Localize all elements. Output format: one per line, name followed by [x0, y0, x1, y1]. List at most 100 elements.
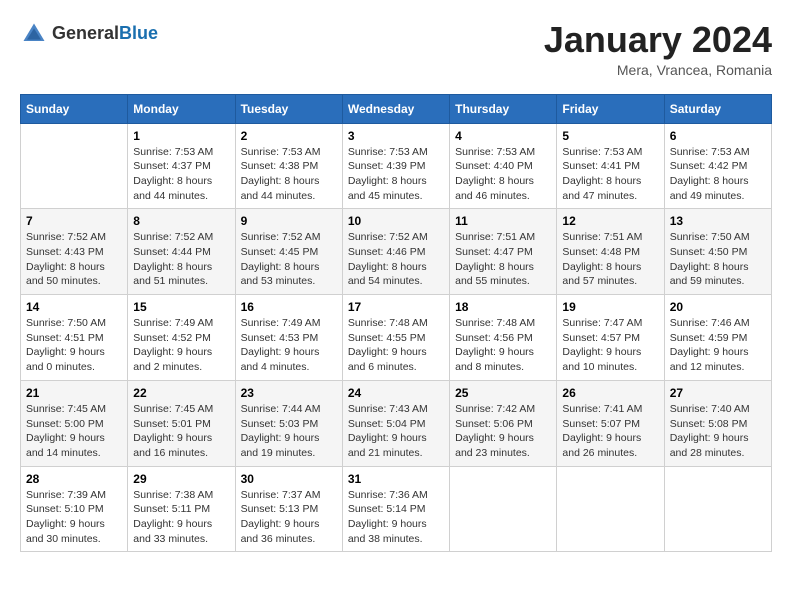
day-info: Sunrise: 7:49 AMSunset: 4:53 PMDaylight:… — [241, 316, 337, 375]
calendar-table: SundayMondayTuesdayWednesdayThursdayFrid… — [20, 94, 772, 553]
calendar-cell: 19Sunrise: 7:47 AMSunset: 4:57 PMDayligh… — [557, 295, 664, 381]
day-info: Sunrise: 7:50 AMSunset: 4:50 PMDaylight:… — [670, 230, 766, 289]
day-info: Sunrise: 7:53 AMSunset: 4:39 PMDaylight:… — [348, 145, 444, 204]
calendar-cell: 10 Sunrise: 7:52 AMSunset: 4:46 PMDayligh… — [342, 209, 449, 295]
day-info: Sunrise: 7:53 AMSunset: 4:40 PMDaylight:… — [455, 145, 551, 204]
day-info: Sunrise: 7:40 AMSunset: 5:08 PMDaylight:… — [670, 402, 766, 461]
weekday-header-tuesday: Tuesday — [235, 94, 342, 123]
day-number: 13 — [670, 214, 766, 228]
day-number: 29 — [133, 472, 229, 486]
calendar-cell: 15 Sunrise: 7:49 AMSunset: 4:52 PMDayligh… — [128, 295, 235, 381]
calendar-cell: 12 Sunrise: 7:51 AMSunset: 4:48 PMDayligh… — [557, 209, 664, 295]
day-info: Sunrise: 7:52 AMSunset: 4:44 PMDaylight:… — [133, 230, 229, 289]
weekday-header-monday: Monday — [128, 94, 235, 123]
calendar-cell: 22 Sunrise: 7:45 AMSunset: 5:01 PMDayligh… — [128, 380, 235, 466]
calendar-cell: 9Sunrise: 7:52 AMSunset: 4:45 PMDaylight… — [235, 209, 342, 295]
logo-general: General — [52, 24, 119, 44]
calendar-week-5: 28 Sunrise: 7:39 AMSunset: 5:10 PMDayligh… — [21, 466, 772, 552]
day-info: Sunrise: 7:44 AMSunset: 5:03 PMDaylight:… — [241, 402, 337, 461]
day-number: 9 — [241, 214, 337, 228]
calendar-body: 1 Sunrise: 7:53 AMSunset: 4:37 PMDaylight… — [21, 123, 772, 552]
calendar-cell: 8 Sunrise: 7:52 AMSunset: 4:44 PMDaylight… — [128, 209, 235, 295]
day-number: 27 — [670, 386, 766, 400]
day-info: Sunrise: 7:45 AMSunset: 5:01 PMDaylight:… — [133, 402, 229, 461]
location: Mera, Vrancea, Romania — [544, 62, 772, 78]
day-number: 30 — [241, 472, 337, 486]
calendar-cell: 30 Sunrise: 7:37 AMSunset: 5:13 PMDayligh… — [235, 466, 342, 552]
day-number: 24 — [348, 386, 444, 400]
calendar-cell — [664, 466, 771, 552]
calendar-cell: 29 Sunrise: 7:38 AMSunset: 5:11 PMDayligh… — [128, 466, 235, 552]
calendar-cell — [450, 466, 557, 552]
calendar-cell: 5 Sunrise: 7:53 AMSunset: 4:41 PMDaylight… — [557, 123, 664, 209]
day-info: Sunrise: 7:43 AMSunset: 5:04 PMDaylight:… — [348, 402, 444, 461]
day-info: Sunrise: 7:53 AMSunset: 4:41 PMDaylight:… — [562, 145, 658, 204]
calendar-week-4: 21 Sunrise: 7:45 AMSunset: 5:00 PMDayligh… — [21, 380, 772, 466]
calendar-cell: 20Sunrise: 7:46 AMSunset: 4:59 PMDayligh… — [664, 295, 771, 381]
day-info: Sunrise: 7:45 AMSunset: 5:00 PMDaylight:… — [26, 402, 122, 461]
calendar-cell: 6 Sunrise: 7:53 AMSunset: 4:42 PMDaylight… — [664, 123, 771, 209]
day-number: 5 — [562, 129, 658, 143]
day-info: Sunrise: 7:51 AMSunset: 4:48 PMDaylight:… — [562, 230, 658, 289]
calendar-cell: 7 Sunrise: 7:52 AMSunset: 4:43 PMDaylight… — [21, 209, 128, 295]
day-number: 2 — [241, 129, 337, 143]
day-info: Sunrise: 7:41 AMSunset: 5:07 PMDaylight:… — [562, 402, 658, 461]
calendar-cell: 16Sunrise: 7:49 AMSunset: 4:53 PMDayligh… — [235, 295, 342, 381]
title-block: January 2024 Mera, Vrancea, Romania — [544, 20, 772, 78]
day-number: 17 — [348, 300, 444, 314]
calendar-cell: 2 Sunrise: 7:53 AMSunset: 4:38 PMDaylight… — [235, 123, 342, 209]
day-number: 1 — [133, 129, 229, 143]
calendar-cell: 18 Sunrise: 7:48 AMSunset: 4:56 PMDayligh… — [450, 295, 557, 381]
day-number: 15 — [133, 300, 229, 314]
day-info: Sunrise: 7:37 AMSunset: 5:13 PMDaylight:… — [241, 488, 337, 547]
day-number: 6 — [670, 129, 766, 143]
day-number: 21 — [26, 386, 122, 400]
day-number: 23 — [241, 386, 337, 400]
day-number: 26 — [562, 386, 658, 400]
day-number: 18 — [455, 300, 551, 314]
calendar-cell: 27 Sunrise: 7:40 AMSunset: 5:08 PMDayligh… — [664, 380, 771, 466]
weekday-header-sunday: Sunday — [21, 94, 128, 123]
calendar-cell: 14Sunrise: 7:50 AMSunset: 4:51 PMDayligh… — [21, 295, 128, 381]
logo-text: GeneralBlue — [52, 24, 158, 44]
day-info: Sunrise: 7:53 AMSunset: 4:42 PMDaylight:… — [670, 145, 766, 204]
day-info: Sunrise: 7:48 AMSunset: 4:56 PMDaylight:… — [455, 316, 551, 375]
calendar-week-2: 7 Sunrise: 7:52 AMSunset: 4:43 PMDaylight… — [21, 209, 772, 295]
day-info: Sunrise: 7:49 AMSunset: 4:52 PMDaylight:… — [133, 316, 229, 375]
day-info: Sunrise: 7:53 AMSunset: 4:38 PMDaylight:… — [241, 145, 337, 204]
calendar-cell: 21 Sunrise: 7:45 AMSunset: 5:00 PMDayligh… — [21, 380, 128, 466]
day-info: Sunrise: 7:36 AMSunset: 5:14 PMDaylight:… — [348, 488, 444, 547]
weekday-header-thursday: Thursday — [450, 94, 557, 123]
day-number: 8 — [133, 214, 229, 228]
calendar-cell: 23 Sunrise: 7:44 AMSunset: 5:03 PMDayligh… — [235, 380, 342, 466]
day-number: 7 — [26, 214, 122, 228]
day-number: 28 — [26, 472, 122, 486]
weekday-header-friday: Friday — [557, 94, 664, 123]
day-info: Sunrise: 7:53 AMSunset: 4:37 PMDaylight:… — [133, 145, 229, 204]
calendar-cell: 31Sunrise: 7:36 AMSunset: 5:14 PMDayligh… — [342, 466, 449, 552]
calendar-week-3: 14Sunrise: 7:50 AMSunset: 4:51 PMDayligh… — [21, 295, 772, 381]
day-info: Sunrise: 7:42 AMSunset: 5:06 PMDaylight:… — [455, 402, 551, 461]
day-number: 11 — [455, 214, 551, 228]
day-number: 22 — [133, 386, 229, 400]
day-info: Sunrise: 7:38 AMSunset: 5:11 PMDaylight:… — [133, 488, 229, 547]
day-number: 10 — [348, 214, 444, 228]
calendar-cell: 11 Sunrise: 7:51 AMSunset: 4:47 PMDayligh… — [450, 209, 557, 295]
day-number: 20 — [670, 300, 766, 314]
calendar-header: SundayMondayTuesdayWednesdayThursdayFrid… — [21, 94, 772, 123]
month-title: January 2024 — [544, 20, 772, 60]
day-info: Sunrise: 7:52 AMSunset: 4:43 PMDaylight:… — [26, 230, 122, 289]
calendar-cell: 4Sunrise: 7:53 AMSunset: 4:40 PMDaylight… — [450, 123, 557, 209]
day-info: Sunrise: 7:39 AMSunset: 5:10 PMDaylight:… — [26, 488, 122, 547]
calendar-cell — [21, 123, 128, 209]
day-number: 25 — [455, 386, 551, 400]
day-number: 3 — [348, 129, 444, 143]
day-info: Sunrise: 7:52 AMSunset: 4:46 PMDaylight:… — [348, 230, 444, 289]
calendar-cell: 13 Sunrise: 7:50 AMSunset: 4:50 PMDayligh… — [664, 209, 771, 295]
calendar-cell — [557, 466, 664, 552]
day-number: 12 — [562, 214, 658, 228]
weekday-header-wednesday: Wednesday — [342, 94, 449, 123]
day-info: Sunrise: 7:51 AMSunset: 4:47 PMDaylight:… — [455, 230, 551, 289]
page-header: GeneralBlue January 2024 Mera, Vrancea, … — [20, 20, 772, 78]
calendar-cell: 24 Sunrise: 7:43 AMSunset: 5:04 PMDayligh… — [342, 380, 449, 466]
